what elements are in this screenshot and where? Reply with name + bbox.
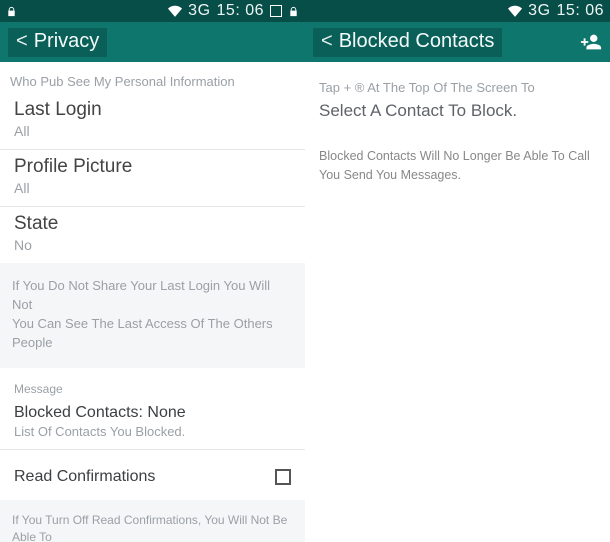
instruction-line: Tap + ® At The Top Of The Screen To [319,80,596,95]
app-bar: < Blocked Contacts [305,22,610,62]
back-button[interactable]: < [16,30,28,53]
lock-icon [288,6,299,17]
item-title: State [14,213,291,235]
read-confirmations-row[interactable]: Read Confirmations [0,450,305,500]
read-confirmations-checkbox[interactable] [275,469,291,485]
message-label: Message [0,368,305,400]
appbar-title-pill: < Blocked Contacts [313,28,502,57]
info-line: Blocked Contacts Will No Longer Be Able … [319,147,596,185]
status-time: 15: 06 [557,2,604,20]
note-line: People [12,334,293,353]
square-icon [270,5,282,17]
note-line: If You Do Not Share Your Last Login You … [12,277,293,315]
blocked-sub: List Of Contacts You Blocked. [14,424,291,439]
app-bar: < Privacy [0,22,305,62]
left-panel: 3G 15: 06 < Privacy Who Pub See My Perso… [0,0,305,542]
appbar-title-pill: < Privacy [8,28,107,57]
instruction-line: Select A Contact To Block. [319,101,596,121]
back-button[interactable]: < [321,30,333,53]
item-value: All [14,123,291,139]
blocked-body: Tap + ® At The Top Of The Screen To Sele… [305,62,610,195]
setting-profile-picture[interactable]: Profile Picture All [0,150,305,206]
note-block: If You Do Not Share Your Last Login You … [0,263,305,368]
appbar-title: Privacy [34,30,100,53]
read-confirmations-title: Read Confirmations [14,468,155,486]
appbar-title: Blocked Contacts [339,30,495,53]
wifi-icon [168,4,182,18]
status-network: 3G [188,2,210,20]
status-bar: 3G 15: 06 [0,0,305,22]
footer-note: If You Turn Off Read Confirmations, You … [0,500,305,542]
setting-state[interactable]: State No [0,207,305,263]
add-person-icon[interactable] [580,31,602,53]
right-panel: 3G 15: 06 < Blocked Contacts Tap + ® At … [305,0,610,542]
item-value: No [14,237,291,253]
item-value: All [14,180,291,196]
note-line: You Can See The Last Access Of The Other… [12,315,293,334]
status-network: 3G [528,2,550,20]
section-header: Who Pub See My Personal Information [0,62,305,93]
blocked-title: Blocked Contacts: None [14,404,291,422]
item-title: Last Login [14,99,291,121]
wifi-icon [508,4,522,18]
status-time: 15: 06 [217,2,264,20]
lock-icon [6,6,17,17]
status-bar: 3G 15: 06 [305,0,610,22]
privacy-scroll[interactable]: Who Pub See My Personal Information Last… [0,62,305,542]
blocked-contacts-row[interactable]: Blocked Contacts: None List Of Contacts … [0,400,305,439]
setting-last-login[interactable]: Last Login All [0,93,305,149]
item-title: Profile Picture [14,156,291,178]
